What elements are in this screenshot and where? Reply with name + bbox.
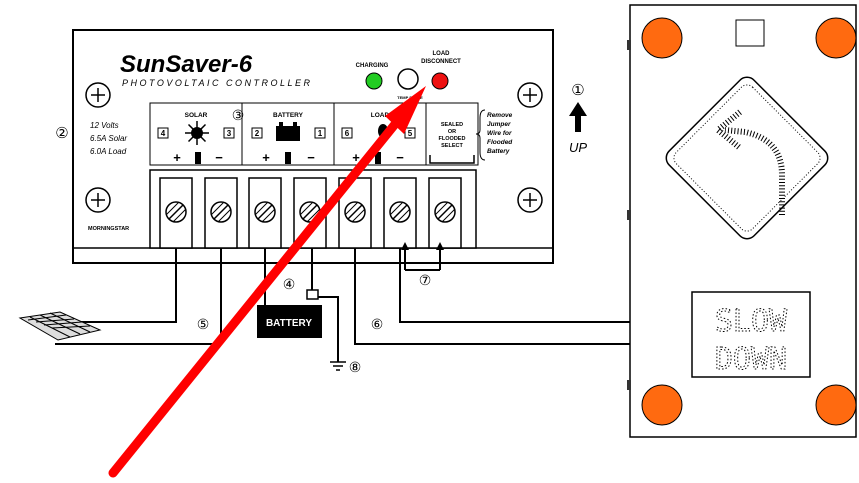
select-label-1: SEALED: [441, 122, 463, 128]
jumper-note-4: Flooded: [487, 139, 513, 146]
solar-minus: −: [215, 150, 223, 165]
callout-4: ④: [283, 276, 296, 292]
terminal-number-2: 2: [255, 129, 260, 138]
terminal-number-3: 3: [227, 129, 232, 138]
up-arrow-icon: [569, 102, 587, 132]
maker-label: MORNINGSTAR: [88, 226, 129, 232]
terminal-screw-solar-negative: [204, 177, 238, 249]
callout-5: ⑤: [197, 316, 210, 332]
jumper-note-3: Wire for: [487, 130, 512, 137]
ground-icon: [330, 361, 346, 371]
callout-1: ①: [571, 82, 584, 99]
sun-icon: [185, 121, 209, 145]
battery-polarity-bar: [285, 152, 291, 164]
mount-hole-bottom-right: [517, 187, 543, 213]
spec-load-current: 6.0A Load: [90, 147, 127, 156]
callout-8: ⑧: [349, 359, 362, 375]
terminal-screw-solar-positive: [159, 177, 193, 249]
terminal-number-1: 1: [318, 129, 323, 138]
mount-hole-bottom-left: [85, 187, 111, 213]
solar-label: SOLAR: [185, 112, 208, 119]
message-sign: SLOW DOWN: [627, 4, 857, 438]
battery-section-label: BATTERY: [273, 112, 304, 119]
load-minus: −: [396, 150, 404, 165]
jumper-note-5: Battery: [487, 148, 510, 155]
spec-voltage: 12 Volts: [90, 121, 119, 130]
select-label-4: SELECT: [441, 143, 463, 149]
charging-led: [365, 72, 383, 90]
battery-plus: +: [262, 150, 270, 165]
battery-unit: BATTERY: [257, 289, 322, 338]
sign-sensor-window: [735, 19, 765, 47]
solar-panel-icon: [18, 311, 102, 341]
message-line-2: DOWN: [715, 342, 787, 377]
select-label-3: FLOODED: [439, 136, 466, 142]
callout-6: ⑥: [371, 316, 384, 332]
temp-sense-sensor: [397, 68, 419, 90]
battery-minus: −: [307, 150, 315, 165]
up-label: UP: [569, 140, 587, 155]
terminal-number-5: 5: [408, 129, 413, 138]
solar-plus: +: [173, 150, 181, 165]
terminal-screw-select: [428, 177, 462, 249]
brand-subtitle: PHOTOVOLTAIC CONTROLLER: [122, 78, 313, 88]
mount-hole-top-right: [517, 82, 543, 108]
mount-hole-top-left: [85, 82, 111, 108]
terminal-screw-load-negative: [383, 177, 417, 249]
wiring-diagram: SunSaver-6 PHOTOVOLTAIC CONTROLLER MORNI…: [18, 4, 857, 478]
wiring: [55, 248, 640, 362]
load-disconnect-led: [431, 72, 449, 90]
message-line-1: SLOW: [715, 304, 788, 339]
jumper-note-1: Remove: [487, 112, 513, 119]
spec-solar-current: 6.5A Solar: [90, 134, 127, 143]
charging-label: CHARGING: [356, 63, 389, 69]
load-disconnect-label-1: LOAD: [433, 51, 451, 57]
terminal-number-4: 4: [161, 129, 166, 138]
mount-bolt-bottom-left: [641, 384, 683, 426]
select-label-2: OR: [448, 129, 456, 135]
load-disconnect-label-2: DISCONNECT: [421, 59, 461, 65]
brand-title: SunSaver-6: [120, 51, 253, 78]
battery-label: BATTERY: [266, 318, 312, 329]
mount-bolt-top-left: [641, 17, 683, 59]
mount-bolt-top-right: [815, 17, 857, 59]
terminal-screw-battery-positive: [248, 177, 282, 249]
jumper-note-2: Jumper: [487, 121, 511, 128]
solar-polarity-bar: [195, 152, 201, 164]
callout-7: ⑦: [419, 272, 432, 288]
terminal-number-6: 6: [345, 129, 350, 138]
callout-3: ③: [232, 107, 245, 123]
callout-2: ②: [55, 125, 68, 142]
mount-bolt-bottom-right: [815, 384, 857, 426]
